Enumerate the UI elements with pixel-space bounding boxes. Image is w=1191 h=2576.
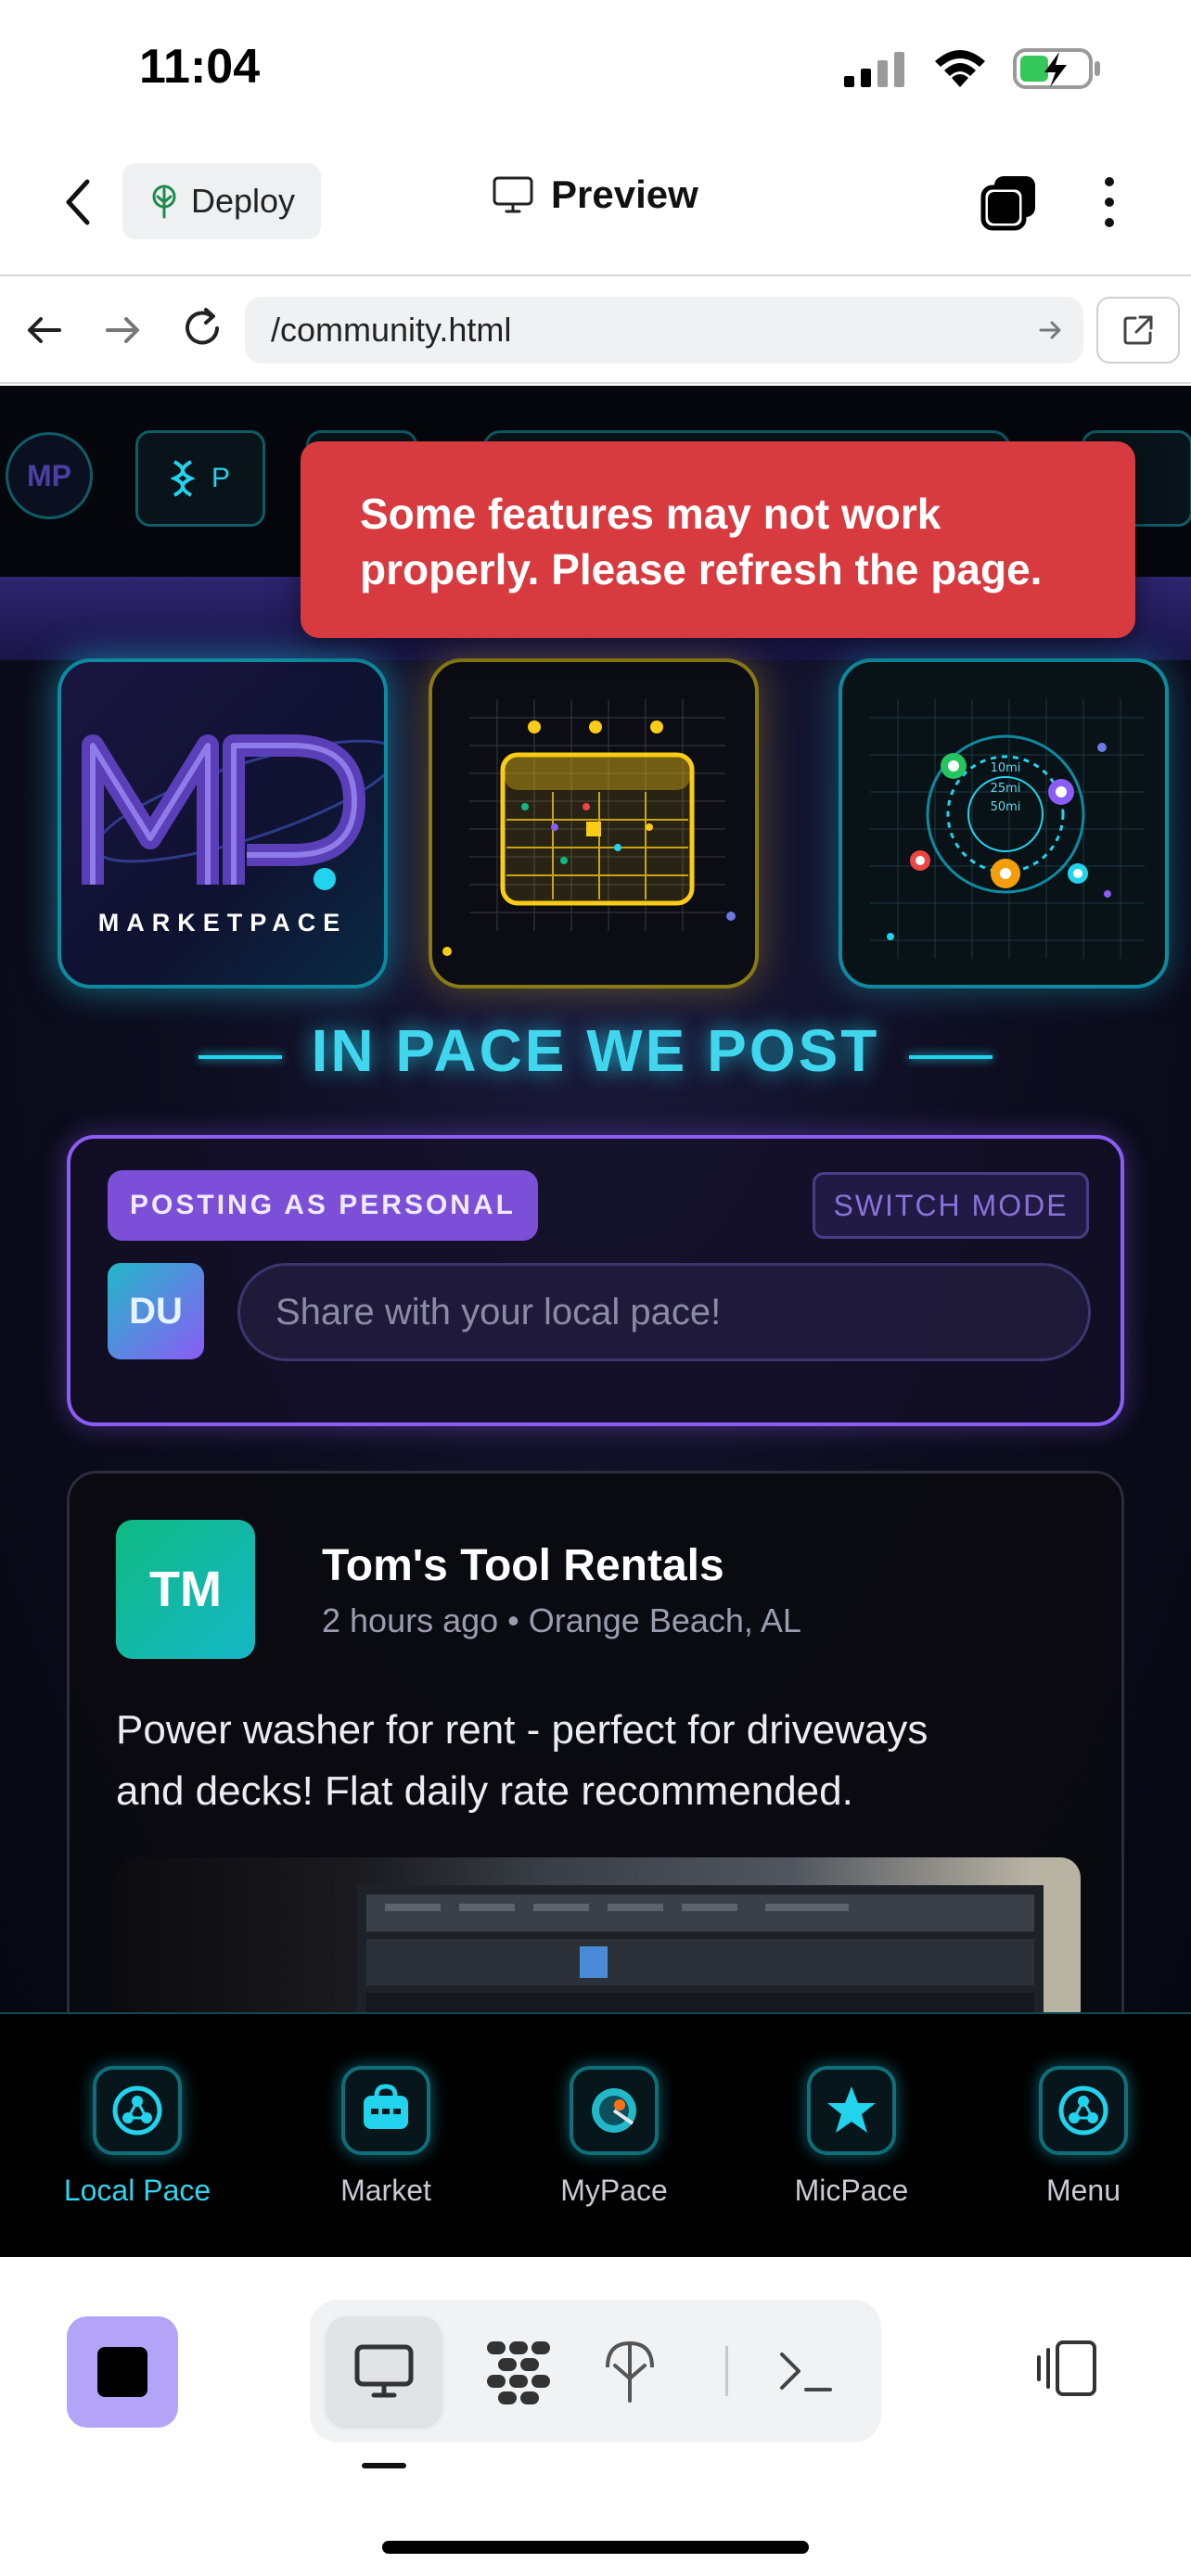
marketpace-logo-tile[interactable]: MARKETPACE (58, 658, 388, 988)
market-icon (341, 2066, 430, 2155)
reload-icon[interactable] (178, 304, 226, 352)
view-switcher (310, 2300, 881, 2442)
home-indicator (382, 2541, 809, 2554)
radar-tile[interactable]: 10mi 25mi 50mi (839, 658, 1169, 988)
toolbar-divider (725, 2346, 728, 2396)
radar-ring-10mi: 10mi (991, 761, 1021, 775)
tabs-icon[interactable] (980, 172, 1039, 232)
deploy-button[interactable]: Deploy (122, 163, 321, 239)
post-body-line2: and decks! Flat daily rate recommended. (116, 1768, 853, 1814)
stop-button[interactable] (67, 2316, 178, 2428)
split-view-icon[interactable] (1033, 2339, 1100, 2398)
deploy-icon (606, 2340, 654, 2403)
share-post-input[interactable]: Share with your local pace! (237, 1263, 1091, 1361)
tab-label-micpace: MicPace (794, 2174, 909, 2207)
workspace-view-button[interactable] (467, 2316, 570, 2426)
url-text: /community.html (271, 311, 512, 349)
status-time: 11:04 (139, 40, 261, 94)
calendar-tile[interactable] (429, 658, 759, 988)
back-chevron-icon[interactable] (56, 176, 102, 228)
local-pace-icon (93, 2066, 182, 2155)
wifi-icon (935, 50, 985, 87)
error-toast-line2: properly. Please refresh the page. (360, 545, 1043, 593)
browser-forward-icon[interactable] (102, 310, 143, 351)
mp-logo-icon (82, 734, 384, 890)
browser-back-icon[interactable] (24, 310, 65, 351)
radar-ring-25mi: 25mi (991, 782, 1021, 796)
site-logo-initials: MP (27, 458, 71, 492)
post-body-line1: Power washer for rent - perfect for driv… (116, 1707, 928, 1753)
deploy-label: Deploy (190, 182, 296, 220)
go-arrow-icon[interactable] (1017, 297, 1083, 363)
grid-blocks-icon (487, 2341, 550, 2404)
monitor-icon (493, 176, 533, 213)
battery-icon (1013, 48, 1100, 89)
external-link-icon (1123, 315, 1153, 345)
star-icon (807, 2066, 896, 2155)
compose-box: POSTING AS PERSONAL SWITCH MODE DU Share… (67, 1135, 1124, 1426)
monitor-icon (354, 2344, 414, 2398)
tab-menu[interactable]: Menu (981, 2066, 1185, 2233)
tab-label-market: Market (340, 2174, 431, 2207)
tab-label-mypace: MyPace (560, 2174, 668, 2207)
preview-title: Preview (492, 172, 698, 217)
post-meta: 2 hours ago • Orange Beach, AL (322, 1601, 801, 1639)
marketpace-wordmark: MARKETPACE (97, 909, 348, 937)
site-logo-button[interactable]: MP (6, 432, 93, 519)
calendar-icon (442, 699, 736, 956)
console-view-button[interactable] (755, 2316, 857, 2426)
radar-map-icon: 10mi 25mi 50mi (870, 699, 1145, 959)
posting-as-badge: POSTING AS PERSONAL (108, 1170, 538, 1241)
deploy-view-button[interactable] (579, 2316, 681, 2426)
nav-chip-letter: P (211, 463, 230, 493)
post-image[interactable] (116, 1857, 1081, 2012)
post-author-name[interactable]: Tom's Tool Rentals (322, 1540, 724, 1591)
nav-chip-p[interactable]: P (135, 430, 265, 527)
user-avatar: DU (108, 1263, 204, 1359)
site-bottom-tabbar: Local Pace Market MyPace MicPace Menu (0, 2012, 1191, 2257)
tab-local-pace[interactable]: Local Pace (35, 2066, 239, 2233)
preview-view-button[interactable] (327, 2316, 442, 2426)
web-viewport: MP P MARKETPACE 10mi 25mi 50mi Some feat… (0, 386, 1191, 2012)
tab-micpace[interactable]: MicPace (749, 2066, 954, 2233)
error-toast-line1: Some features may not work (360, 490, 941, 538)
page-tagline: IN PACE WE POST (311, 1017, 880, 1084)
mypace-icon (570, 2066, 659, 2155)
dna-icon (170, 460, 195, 497)
radar-ring-50mi: 50mi (991, 800, 1021, 814)
signal-icon (844, 52, 904, 87)
tab-label-local-pace: Local Pace (63, 2174, 211, 2207)
stop-icon (97, 2347, 147, 2397)
post-author-avatar[interactable]: TM (116, 1520, 255, 1659)
terminal-icon (780, 2353, 832, 2391)
tab-market[interactable]: Market (284, 2066, 488, 2233)
switch-mode-button[interactable]: SWITCH MODE (813, 1172, 1089, 1239)
menu-icon (1039, 2066, 1128, 2155)
tab-mypace[interactable]: MyPace (512, 2066, 716, 2233)
post-photo-laptop (357, 1885, 1044, 2012)
status-icons (844, 46, 1102, 91)
more-vertical-icon[interactable] (1091, 172, 1128, 232)
error-toast[interactable]: Some features may not work properly. Ple… (301, 441, 1135, 638)
active-view-indicator (362, 2463, 406, 2468)
post-card: TM Tom's Tool Rentals 2 hours ago • Oran… (67, 1471, 1124, 2012)
deploy-icon (152, 185, 176, 219)
post-body: Power washer for rent - perfect for driv… (116, 1700, 1099, 1822)
tab-label-menu: Menu (1045, 2174, 1121, 2207)
preview-label: Preview (551, 172, 698, 216)
open-external-button[interactable] (1096, 297, 1180, 363)
url-field[interactable]: /community.html (245, 297, 1083, 363)
